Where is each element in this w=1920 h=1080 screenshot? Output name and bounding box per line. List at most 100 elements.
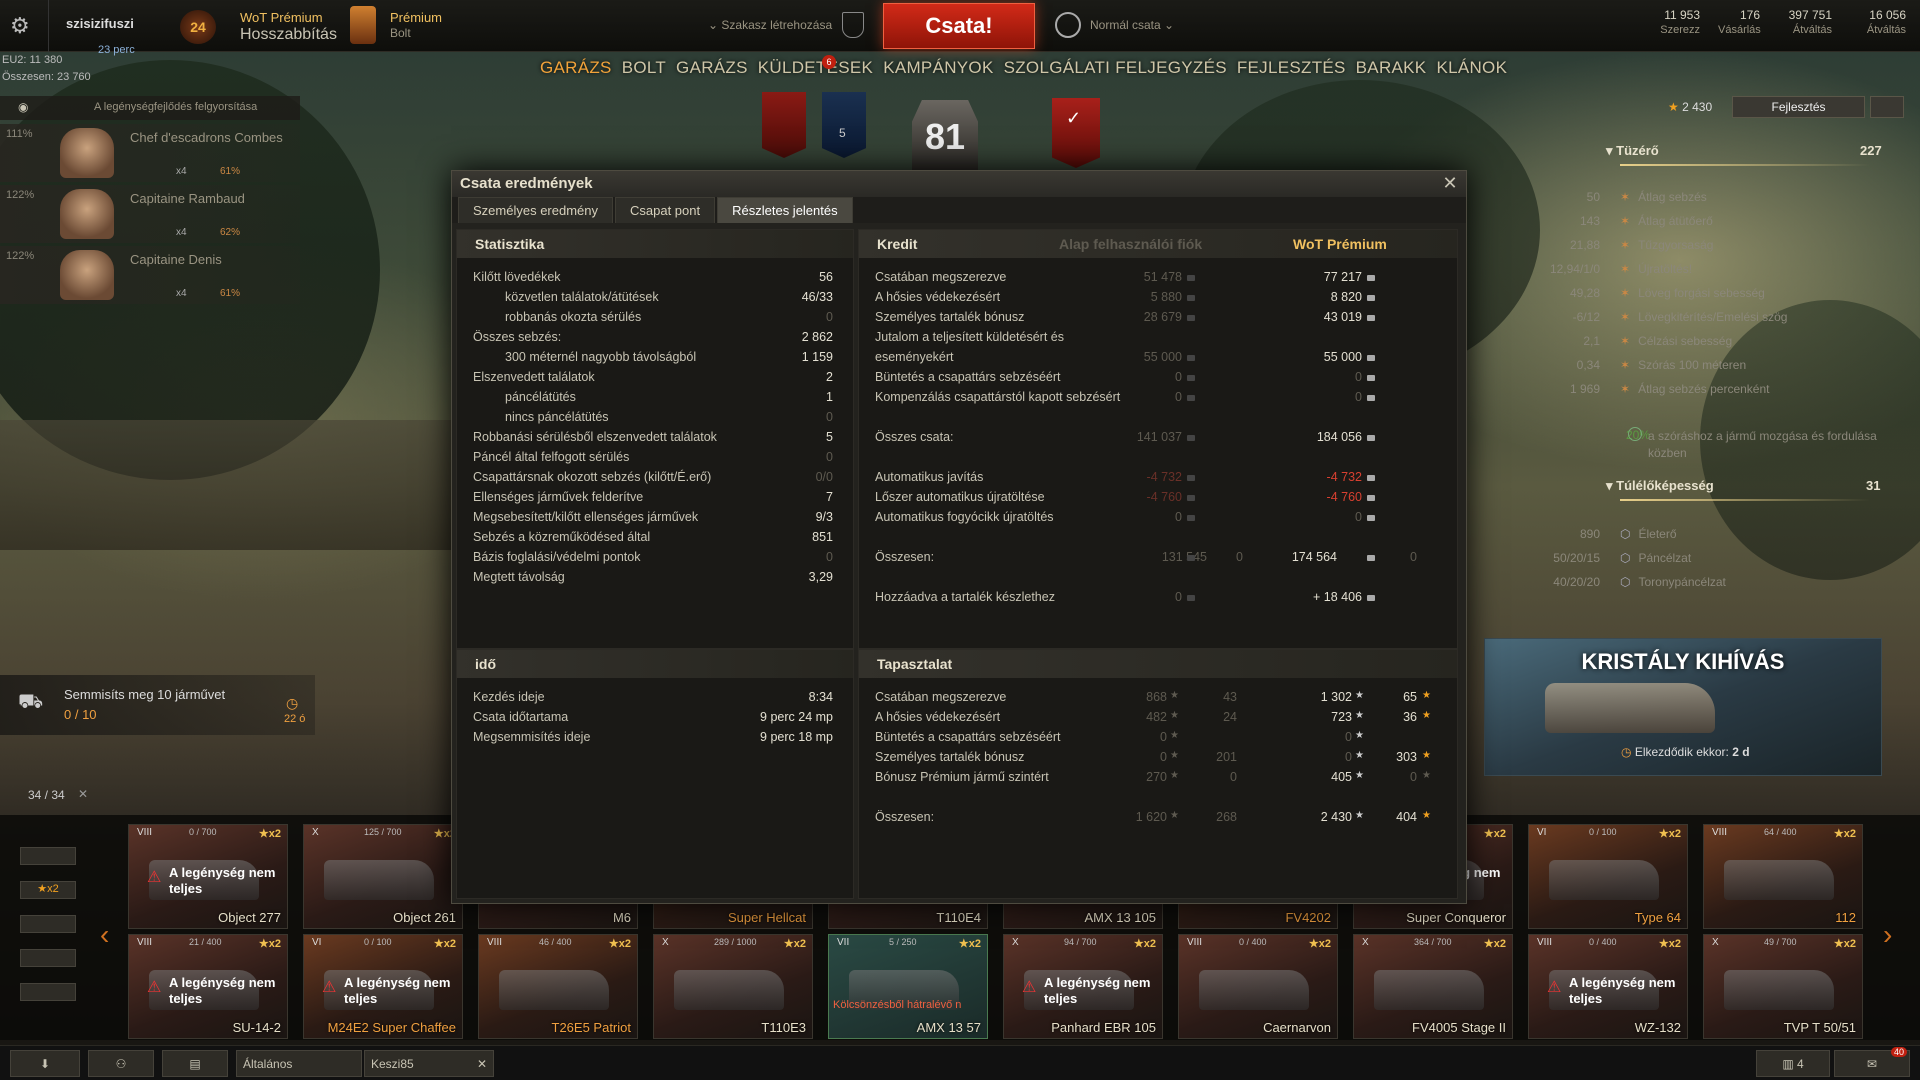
skill-row[interactable]: 1 969 ✶ Átlag sebzés percenként	[1528, 382, 1770, 396]
premium-sub[interactable]: Hosszabbítás	[240, 26, 337, 44]
premium-title[interactable]: WoT Prémium	[240, 10, 323, 25]
session-stats-button[interactable]: ▥ 4	[1756, 1050, 1830, 1077]
achievement-banner[interactable]	[762, 92, 806, 158]
gunner-section[interactable]: ▾ Tüzérő	[1606, 143, 1659, 159]
skill-row[interactable]: 21,88 ✶ Tűzgyorsaság	[1528, 238, 1713, 252]
tank-card[interactable]: X 364 / 700 ★x2 FV4005 Stage II	[1353, 934, 1513, 1039]
carousel-right-arrow-icon[interactable]: ›	[1883, 919, 1892, 951]
crew-accelerate[interactable]: ◉ A legénységfejlődés felgyorsítása	[0, 96, 300, 120]
currency-freexp[interactable]: 397 751 Átváltás	[1770, 8, 1832, 36]
mission-panel[interactable]: ⛟ Semmisíts meg 10 járművet 0 / 10 ◷ 22 …	[0, 675, 315, 735]
daily-check-banner[interactable]: ✓	[1052, 98, 1100, 168]
marks-banner[interactable]: 5	[822, 92, 866, 158]
tank-card[interactable]: X 125 / 700 ★x2 Object 261	[303, 824, 463, 929]
filter-rent-button[interactable]	[20, 949, 76, 967]
battle-button[interactable]: Csata!	[883, 3, 1035, 49]
crew-member[interactable]: 122% Capitaine Rambaud x4 62%	[0, 185, 300, 243]
tank-card[interactable]: VIII 0 / 400 ★x2 Caernarvon	[1178, 934, 1338, 1039]
settings-gear-icon[interactable]: ⚙	[10, 0, 30, 52]
premium-days-badge[interactable]: 24	[180, 10, 216, 44]
tank-card[interactable]: X 289 / 1000 ★x2 T110E3	[653, 934, 813, 1039]
credit-basic-coin-icon	[1187, 355, 1195, 361]
nav-garage-active[interactable]: GARÁZS	[540, 58, 612, 78]
channel-general[interactable]: Általános	[236, 1050, 362, 1077]
filter-tank-type-button[interactable]	[20, 847, 76, 865]
menu-down-icon[interactable]: ⬇	[10, 1050, 80, 1077]
nav-barracks[interactable]: BARAKK	[1356, 58, 1427, 78]
compare-button[interactable]	[1870, 96, 1904, 118]
survival-row[interactable]: 40/20/20 ⬡ Toronypáncélzat	[1528, 575, 1726, 589]
skill-icon: ✶	[1620, 214, 1631, 228]
tank-card[interactable]: VII 5 / 250 ★x2 Kölcsönzésből hátralévő n AM…	[828, 934, 988, 1039]
currency-credits[interactable]: 11 953 Szerezz	[1630, 8, 1700, 36]
tank-card[interactable]: VIII 0 / 700 ★x2 A legénység nem teljes ⚠ Obj…	[128, 824, 288, 929]
survival-row[interactable]: 50/20/15 ⬡ Páncélzat	[1528, 551, 1691, 565]
nav-clans[interactable]: KLÁNOK	[1436, 58, 1507, 78]
tab-team-score[interactable]: Csapat pont	[615, 197, 716, 223]
skill-row[interactable]: 12,94/1/0 ✶ Újratöltés!	[1528, 262, 1692, 276]
upgrade-button[interactable]: Fejlesztés	[1732, 96, 1865, 118]
skill-row[interactable]: 2,1 ✶ Célzási sebesség	[1528, 334, 1732, 348]
carousel-left-arrow-icon[interactable]: ‹	[100, 919, 109, 951]
survival-row[interactable]: 890 ⬡ Életerő	[1528, 527, 1677, 541]
filter-premium-button[interactable]	[20, 915, 76, 933]
skill-row[interactable]: 49,28 ✶ Löveg forgási sebesség	[1528, 286, 1765, 300]
friends-icon[interactable]: ⚇	[88, 1050, 154, 1077]
nav-garage[interactable]: GARÁZS	[676, 58, 748, 78]
crew-eye-icon[interactable]: ◉	[18, 100, 28, 114]
channel-close-icon[interactable]: ✕	[477, 1057, 487, 1071]
shop-sub[interactable]: Bolt	[390, 26, 411, 40]
close-icon[interactable]: ✕	[1440, 173, 1460, 193]
level-badge[interactable]: 81	[912, 100, 978, 172]
tank-card[interactable]: VIII 64 / 400 ★x2 112	[1703, 824, 1863, 929]
tank-name: Super Conqueror	[1406, 910, 1506, 925]
filter-event-button[interactable]	[20, 983, 76, 1001]
nav-shop[interactable]: BOLT	[622, 58, 666, 78]
channel-private[interactable]: Keszi85 ✕	[364, 1050, 494, 1077]
skill-row[interactable]: 0,34 ✶ Szórás 100 méteren	[1528, 358, 1746, 372]
chat-icon[interactable]: ▤	[162, 1050, 228, 1077]
x2-bonus-icon: ★x2	[1658, 828, 1681, 840]
nav-missions[interactable]: KÜLDETÉSEK	[758, 58, 873, 78]
crew-member[interactable]: 122% Capitaine Denis x4 61%	[0, 246, 300, 304]
skill-row[interactable]: 50 ✶ Átlag sebzés	[1528, 190, 1707, 204]
crystal-challenge-banner[interactable]: KRISTÁLY KIHÍVÁS ◷ Elkezdődik ekkor: 2 d	[1484, 638, 1882, 776]
battle-mode-icon[interactable]	[1055, 12, 1081, 38]
battle-mode-select[interactable]: Normál csata ⌄	[1090, 18, 1174, 32]
tab-personal-results[interactable]: Személyes eredmény	[458, 197, 613, 223]
xp-star-icon: ★	[1170, 730, 1179, 741]
tank-image	[1724, 970, 1834, 1010]
xp-basic-value: 868	[1146, 690, 1167, 704]
nav-service-record[interactable]: SZOLGÁLATI FELJEGYZÉS	[1004, 58, 1227, 78]
tank-card[interactable]: VIII 46 / 400 ★x2 T26E5 Patriot	[478, 934, 638, 1039]
skill-row[interactable]: 143 ✶ Átlag átütőerő	[1528, 214, 1713, 228]
stat-value: 1	[826, 390, 833, 404]
nav-campaigns[interactable]: KAMPÁNYOK	[883, 58, 993, 78]
tank-card[interactable]: X 94 / 700 ★x2 A legénység nem teljes ⚠ Panha…	[1003, 934, 1163, 1039]
platoon-button[interactable]: ⌄ Szakasz létrehozása	[708, 18, 832, 32]
shop-title[interactable]: Prémium	[390, 10, 442, 25]
tank-card[interactable]: VI 0 / 100 ★x2 A legénység nem teljes ⚠ M24E2…	[303, 934, 463, 1039]
gold-basic-value: 0	[1236, 550, 1243, 564]
platoon-shield-icon[interactable]	[842, 12, 864, 38]
survival-section[interactable]: ▾ Túlélőképesség	[1606, 478, 1714, 494]
nav-research[interactable]: FEJLESZTÉS	[1237, 58, 1346, 78]
notifications-button[interactable]: ✉ 40	[1834, 1047, 1910, 1077]
skill-value: 12,94/1/0	[1549, 262, 1600, 276]
skill-row[interactable]: -6/12 ✶ Lövegkitérítés/Emelési szög	[1528, 310, 1788, 324]
filter-x2-button[interactable]: ★x2	[20, 881, 76, 899]
tank-xp: 64 / 400	[1764, 827, 1797, 837]
username[interactable]: szisizifuszi	[66, 16, 134, 31]
crew-member[interactable]: 111% Chef d'escadrons Combes x4 61%	[0, 124, 300, 182]
tank-card[interactable]: X 49 / 700 ★x2 TVP T 50/51	[1703, 934, 1863, 1039]
currency-bonds[interactable]: 16 056 Átváltás	[1850, 8, 1906, 36]
tank-card[interactable]: VI 0 / 100 ★x2 Type 64	[1528, 824, 1688, 929]
credit-premium-value: 8 820	[1330, 290, 1362, 304]
shop-bag-icon[interactable]	[350, 6, 376, 44]
tab-detailed-report[interactable]: Részletes jelentés	[717, 197, 853, 223]
currency-gold[interactable]: 176 Vásárlás	[1718, 8, 1761, 36]
filter-close-icon[interactable]: ✕	[78, 787, 88, 801]
skill-value: 50	[1586, 190, 1600, 204]
tank-card[interactable]: VIII 21 / 400 ★x2 A legénység nem teljes ⚠ SU…	[128, 934, 288, 1039]
tank-card[interactable]: VIII 0 / 400 ★x2 A legénység nem teljes ⚠ WZ-…	[1528, 934, 1688, 1039]
